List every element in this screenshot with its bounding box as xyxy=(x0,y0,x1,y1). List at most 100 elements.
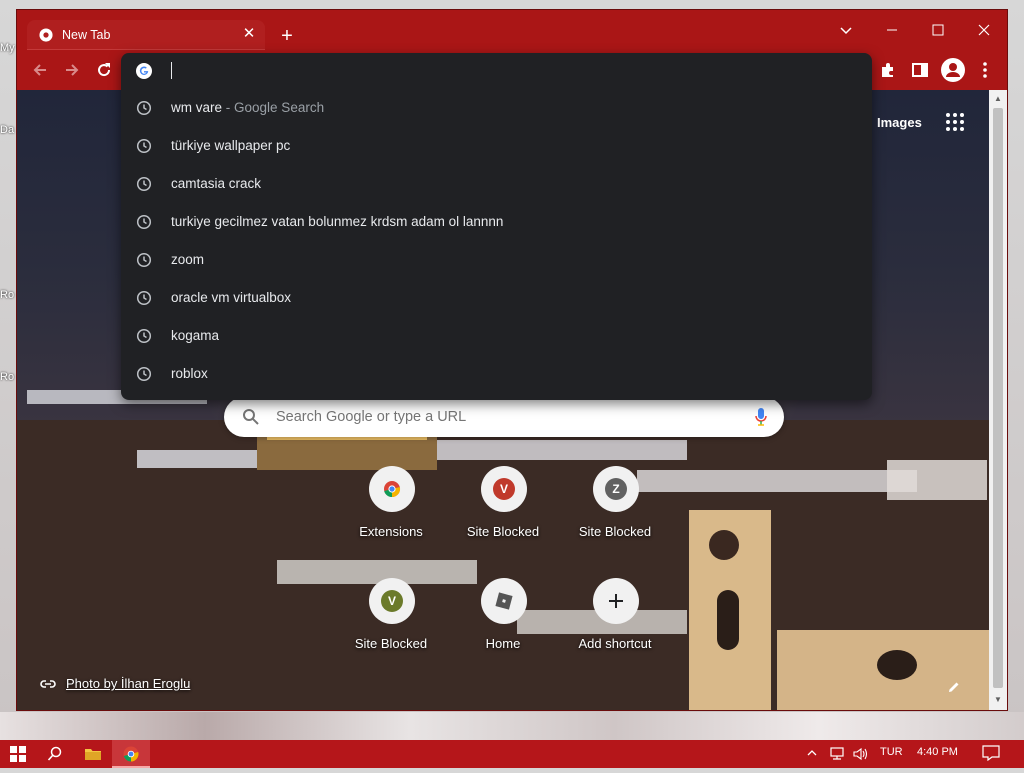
maximize-icon xyxy=(932,24,944,36)
omnibox-dropdown: wm vare - Google Search türkiye wallpape… xyxy=(121,53,872,400)
photo-credit-text: Photo by İlhan Eroglu xyxy=(66,676,191,691)
suggestion-item[interactable]: camtasia crack xyxy=(121,165,872,203)
taskbar-search-button[interactable] xyxy=(36,740,74,768)
windows-icon xyxy=(10,746,26,762)
back-button[interactable] xyxy=(30,60,50,80)
scroll-up-icon[interactable]: ▲ xyxy=(992,93,1004,105)
shortcut-label: Extensions xyxy=(359,524,423,539)
shortcut-extensions[interactable]: Extensions xyxy=(335,466,447,566)
chevron-down-icon xyxy=(840,27,852,35)
search-icon xyxy=(243,409,259,425)
arrow-right-icon xyxy=(66,64,79,76)
maximize-button[interactable] xyxy=(915,16,961,44)
suggestion-text: kogama xyxy=(171,328,220,343)
chevron-up-icon[interactable] xyxy=(806,747,818,762)
microphone-icon[interactable] xyxy=(754,407,768,427)
shortcut-label: Home xyxy=(485,636,521,651)
shortcut-label: Site Blocked xyxy=(578,524,652,539)
desktop-label[interactable]: Ro xyxy=(0,371,14,383)
scroll-down-icon[interactable]: ▼ xyxy=(992,694,1004,706)
suggestion-item[interactable]: oracle vm virtualbox xyxy=(121,279,872,317)
chrome-icon xyxy=(384,481,401,498)
shortcut-label: Site Blocked xyxy=(354,636,428,651)
chrome-icon xyxy=(123,746,139,762)
suggestion-item[interactable]: wm vare - Google Search xyxy=(121,89,872,127)
close-icon xyxy=(978,24,990,36)
shortcut-tile: Z xyxy=(593,466,639,512)
reload-button[interactable] xyxy=(94,60,114,80)
shortcut-tile xyxy=(369,466,415,512)
shortcut-tile: V xyxy=(369,578,415,624)
notification-icon[interactable] xyxy=(982,745,1000,764)
side-panel-button[interactable] xyxy=(910,60,930,80)
puzzle-icon xyxy=(882,63,893,77)
suggestion-item[interactable]: roblox xyxy=(121,355,872,393)
link-icon xyxy=(40,680,56,688)
suggestion-subtext: - Google Search xyxy=(225,100,325,115)
ntp-search-box[interactable]: Search Google or type a URL xyxy=(224,397,784,437)
history-clock-icon xyxy=(136,214,152,230)
history-clock-icon xyxy=(136,328,152,344)
minimize-button[interactable] xyxy=(869,16,915,44)
close-icon[interactable]: ✕ xyxy=(241,26,257,42)
forward-button[interactable] xyxy=(62,60,82,80)
extensions-button[interactable] xyxy=(878,60,898,80)
tab-strip: New Tab ✕ + xyxy=(17,10,1007,50)
history-clock-icon xyxy=(136,366,152,382)
shortcut-tile: V xyxy=(481,466,527,512)
volume-icon[interactable] xyxy=(852,747,870,764)
clock[interactable]: 4:40 PM xyxy=(917,746,958,758)
suggestion-text: wm vare xyxy=(171,100,223,115)
shortcut-tile xyxy=(593,578,639,624)
suggestion-item[interactable]: kogama xyxy=(121,317,872,355)
shortcut-site-blocked-v[interactable]: V Site Blocked xyxy=(447,466,559,566)
apps-grid-icon[interactable] xyxy=(945,112,965,132)
arrow-left-icon xyxy=(33,64,46,76)
minimize-icon xyxy=(887,29,897,31)
network-icon[interactable] xyxy=(828,747,846,764)
suggestion-item[interactable]: türkiye wallpaper pc xyxy=(121,127,872,165)
taskbar-chrome[interactable] xyxy=(112,740,150,768)
shortcut-tile xyxy=(481,578,527,624)
letter-avatar: Z xyxy=(605,478,627,500)
input-language[interactable]: TUR xyxy=(880,746,903,758)
start-button[interactable] xyxy=(0,740,36,768)
pencil-icon[interactable] xyxy=(947,680,961,694)
desktop-label[interactable]: Ro xyxy=(0,289,14,301)
shortcut-site-blocked-z[interactable]: Z Site Blocked xyxy=(559,466,671,566)
google-icon xyxy=(136,63,152,79)
desktop-wallpaper xyxy=(0,712,1024,740)
desktop-label[interactable]: My xyxy=(0,42,15,54)
suggestion-text: roblox xyxy=(171,366,208,381)
scroll-thumb[interactable] xyxy=(993,108,1003,688)
add-shortcut-button[interactable]: Add shortcut xyxy=(559,578,671,678)
omnibox-input[interactable] xyxy=(121,53,872,89)
shortcut-home[interactable]: Home xyxy=(447,578,559,678)
shortcut-site-blocked-v2[interactable]: V Site Blocked xyxy=(335,578,447,678)
profile-button[interactable] xyxy=(941,58,965,82)
taskbar-file-explorer[interactable] xyxy=(74,740,112,768)
tab-search-button[interactable] xyxy=(823,16,869,44)
folder-icon xyxy=(85,749,101,760)
suggestion-item[interactable]: zoom xyxy=(121,241,872,279)
photo-credit-link[interactable]: Photo by İlhan Eroglu xyxy=(40,676,191,691)
images-link[interactable]: Images xyxy=(877,115,922,130)
more-vert-icon xyxy=(983,62,987,78)
chrome-icon xyxy=(39,28,53,42)
window-close-button[interactable] xyxy=(961,16,1007,44)
vertical-scrollbar[interactable]: ▲ ▼ xyxy=(989,90,1007,710)
new-tab-button[interactable]: + xyxy=(276,26,298,48)
menu-button[interactable] xyxy=(975,60,995,80)
avatar-icon xyxy=(946,63,960,77)
history-clock-icon xyxy=(136,252,152,268)
tab-title: New Tab xyxy=(62,28,111,42)
history-clock-icon xyxy=(136,290,152,306)
letter-avatar: V xyxy=(493,478,515,500)
suggestion-text: türkiye wallpaper pc xyxy=(171,138,291,153)
desktop-label[interactable]: Da xyxy=(0,124,14,136)
tab-new-tab[interactable]: New Tab ✕ xyxy=(27,20,265,50)
suggestion-item[interactable]: turkiye gecilmez vatan bolunmez krdsm ad… xyxy=(121,203,872,241)
roblox-icon xyxy=(495,592,513,610)
history-clock-icon xyxy=(136,176,152,192)
taskbar: TUR 4:40 PM xyxy=(0,740,1024,768)
